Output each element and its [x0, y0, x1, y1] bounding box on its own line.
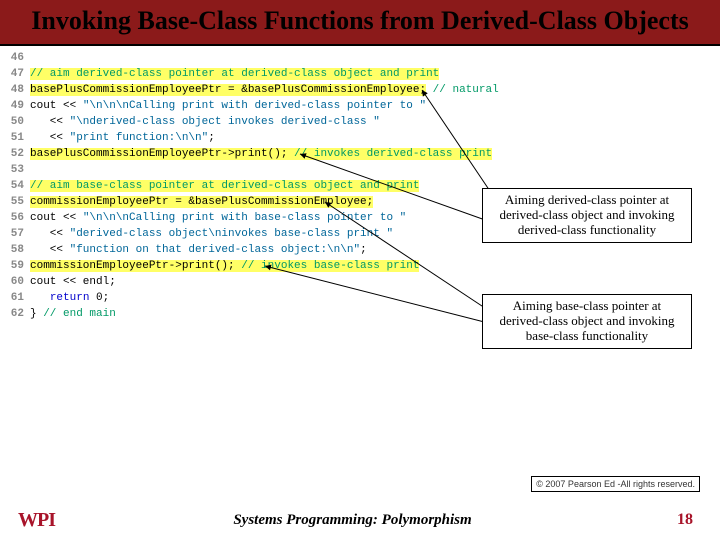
code-line: 60cout << endl; — [6, 274, 714, 290]
callout-base: Aiming base-class pointer at derived-cla… — [482, 294, 692, 349]
code-line: 51 << "print function:\n\n"; — [6, 130, 714, 146]
copyright-notice: © 2007 Pearson Ed -All rights reserved. — [531, 476, 700, 492]
code-line: 58 << "function on that derived-class ob… — [6, 242, 714, 258]
code-line: 48basePlusCommissionEmployeePtr = &baseP… — [6, 82, 714, 98]
slide-title: Invoking Base-Class Functions from Deriv… — [10, 6, 710, 36]
code-line: 50 << "\nderived-class object invokes de… — [6, 114, 714, 130]
code-line: 49cout << "\n\n\nCalling print with deri… — [6, 98, 714, 114]
slide-footer: WPI Systems Programming: Polymorphism 18 — [0, 500, 720, 540]
code-line: 52basePlusCommissionEmployeePtr->print()… — [6, 146, 714, 162]
wpi-logo: WPI — [18, 509, 55, 532]
slide-header: Invoking Base-Class Functions from Deriv… — [0, 0, 720, 46]
callout-derived: Aiming derived-class pointer at derived-… — [482, 188, 692, 243]
code-listing: Aiming derived-class pointer at derived-… — [0, 46, 720, 324]
footer-title: Systems Programming: Polymorphism — [55, 512, 650, 529]
page-number: 18 — [650, 511, 720, 529]
code-line: 46 — [6, 50, 714, 66]
code-line: 53 — [6, 162, 714, 178]
code-line: 47// aim derived-class pointer at derive… — [6, 66, 714, 82]
code-line: 59commissionEmployeePtr->print(); // inv… — [6, 258, 714, 274]
